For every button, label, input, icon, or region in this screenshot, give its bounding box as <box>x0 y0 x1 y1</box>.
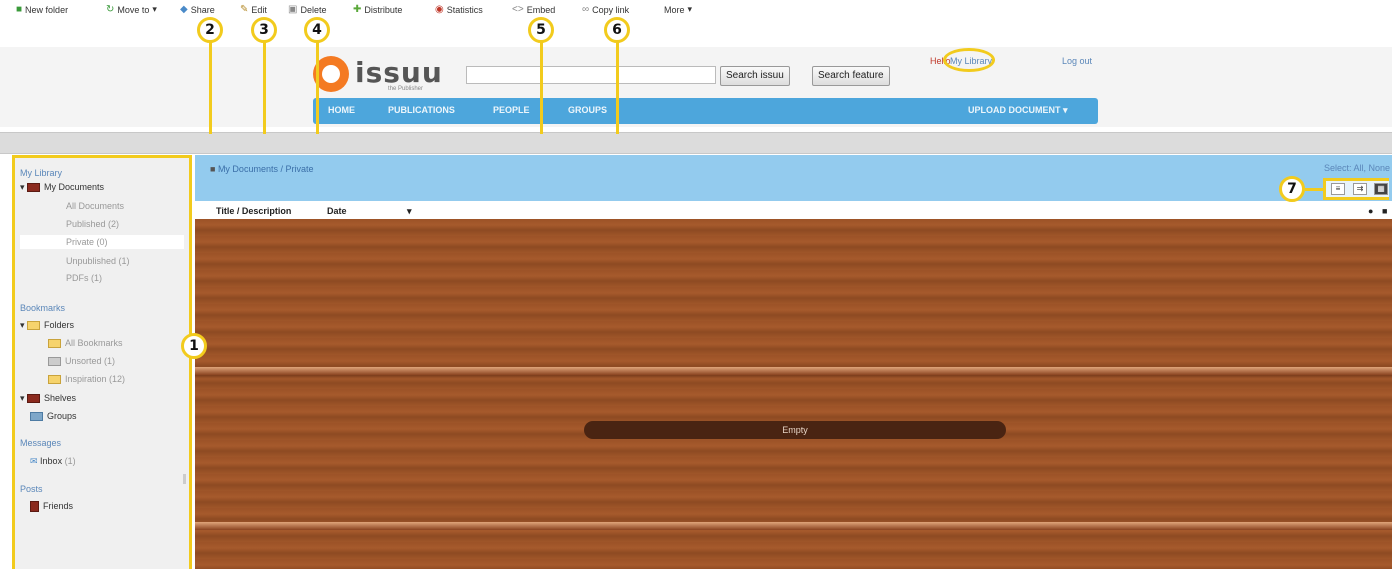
unsorted-folder-icon <box>48 357 61 367</box>
trash-icon: ▣ <box>288 4 298 15</box>
nav-people[interactable]: PEOPLE <box>493 105 530 115</box>
upload-document-button[interactable]: UPLOAD DOCUMENT ▾ <box>968 105 1068 116</box>
my-library-highlight <box>943 48 995 72</box>
callout-line-5 <box>540 42 543 134</box>
distribute-icon: ✚ <box>353 4 362 15</box>
callout-marker-3: 3 <box>251 17 277 43</box>
callout-line-3 <box>263 42 266 134</box>
sort-dropdown-icon[interactable]: ▾ <box>407 206 412 217</box>
folder-icon: ■ <box>210 164 218 174</box>
callout-marker-4: 4 <box>304 17 330 43</box>
nav-publications[interactable]: PUBLICATIONS <box>388 105 455 115</box>
callout-line-4 <box>316 42 319 134</box>
empty-label: Empty <box>584 421 1006 439</box>
callout-line-2 <box>209 42 212 134</box>
document-toolbar <box>0 132 1392 154</box>
search-input[interactable] <box>466 66 716 84</box>
my-documents-item[interactable]: ▾ My Documents <box>20 182 104 193</box>
callout-line-6 <box>616 42 619 134</box>
embed-button[interactable]: <> Embed <box>512 4 555 15</box>
inbox-icon: ✉ <box>30 456 41 466</box>
more-button[interactable]: More ▾ <box>664 4 692 15</box>
shelf-edge <box>195 367 1392 375</box>
nav-groups[interactable]: GROUPS <box>568 105 607 115</box>
callout-marker-5: 5 <box>528 17 554 43</box>
sidebar-item-published[interactable]: Published (2) <box>66 219 119 229</box>
inspiration-folder-icon <box>48 375 61 385</box>
sidebar-item-unsorted[interactable]: Unsorted (1) <box>48 356 115 367</box>
share-button[interactable]: ◆ Share <box>180 4 215 15</box>
lock-icon: ● <box>1368 206 1374 216</box>
shelves-item[interactable]: ▾ Shelves <box>20 393 76 404</box>
new-folder-button[interactable]: ■ New folder <box>16 4 68 15</box>
sidebar-item-all-bookmarks[interactable]: All Bookmarks <box>48 338 123 349</box>
main-nav: HOME PUBLICATIONS PEOPLE GROUPS UPLOAD D… <box>313 98 1098 124</box>
shelf-icon <box>27 394 41 404</box>
callout-line-7 <box>1305 188 1323 191</box>
callout-marker-7: 7 <box>1279 176 1305 202</box>
my-library-heading: My Library <box>20 168 63 178</box>
sidebar-item-all-documents[interactable]: All Documents <box>66 201 124 211</box>
embed-icon: <> <box>512 4 524 15</box>
folder-plus-icon: ■ <box>16 4 23 15</box>
logo-tagline: the Publisher <box>388 86 424 92</box>
sidebar-scrollbar[interactable] <box>183 474 186 484</box>
square-icon: ■ <box>1382 206 1388 216</box>
detail-view-icon[interactable]: ⇉ <box>1353 183 1367 195</box>
delete-button[interactable]: ▣ Delete <box>288 4 326 15</box>
friends-item[interactable]: Friends <box>30 501 73 513</box>
callout-marker-6: 6 <box>604 17 630 43</box>
messages-heading: Messages <box>20 438 62 448</box>
select-all-none[interactable]: Select: All, None <box>1324 163 1390 173</box>
expand-arrow-icon: ▾ <box>20 393 28 403</box>
folders-item[interactable]: ▾ Folders <box>20 320 74 331</box>
grid-view-icon[interactable]: ▦ <box>1374 183 1388 195</box>
list-view-icon[interactable]: ≡ <box>1331 183 1345 195</box>
edit-button[interactable]: ✎ Edit <box>240 4 267 15</box>
inbox-item[interactable]: ✉ Inbox (1) <box>30 456 76 467</box>
issuu-logo[interactable]: issuu the Publisher <box>305 52 485 94</box>
posts-heading: Posts <box>20 484 43 494</box>
title-description-column[interactable]: Title / Description <box>216 206 291 216</box>
link-icon: ∞ <box>582 4 590 15</box>
bookmarks-heading: Bookmarks <box>20 303 66 313</box>
callout-marker-1: 1 <box>181 333 207 359</box>
documents-icon <box>27 183 41 193</box>
folder-icon <box>27 321 41 331</box>
copy-link-button[interactable]: ∞ Copy link <box>582 4 629 15</box>
callout-marker-2: 2 <box>197 17 223 43</box>
distribute-button[interactable]: ✚ Distribute <box>353 4 402 15</box>
bookmark-folder-icon <box>48 339 61 349</box>
groups-item[interactable]: Groups <box>30 411 77 422</box>
logout-link[interactable]: Log out <box>1062 56 1092 66</box>
statistics-icon: ◉ <box>435 4 444 15</box>
shelf-edge <box>195 522 1392 530</box>
sidebar-item-unpublished[interactable]: Unpublished (1) <box>66 256 130 266</box>
move-icon: ↻ <box>106 4 115 15</box>
search-feature-button[interactable]: Search feature <box>812 66 890 86</box>
breadcrumb-bar <box>195 155 1392 201</box>
expand-arrow-icon: ▾ <box>20 182 28 192</box>
move-to-button[interactable]: ↻ Move to ▾ <box>106 4 157 15</box>
search-issuu-button[interactable]: Search issuu <box>720 66 790 86</box>
breadcrumb[interactable]: ■ My Documents / Private <box>210 164 313 174</box>
nav-home[interactable]: HOME <box>328 105 355 115</box>
empty-bookshelf <box>195 219 1392 569</box>
expand-arrow-icon: ▾ <box>20 320 28 330</box>
sidebar-item-inspiration[interactable]: Inspiration (12) <box>48 374 125 385</box>
pencil-icon: ✎ <box>240 4 249 15</box>
share-icon: ◆ <box>180 4 188 15</box>
column-header <box>195 201 1392 219</box>
logo-text: issuu <box>355 56 443 89</box>
sidebar-item-private[interactable]: Private (0) <box>20 235 184 249</box>
friends-icon <box>30 501 39 513</box>
sidebar-item-pdfs[interactable]: PDFs (1) <box>66 273 102 283</box>
date-column[interactable]: Date <box>327 206 347 216</box>
statistics-button[interactable]: ◉ Statistics <box>435 4 483 15</box>
groups-icon <box>30 412 43 422</box>
